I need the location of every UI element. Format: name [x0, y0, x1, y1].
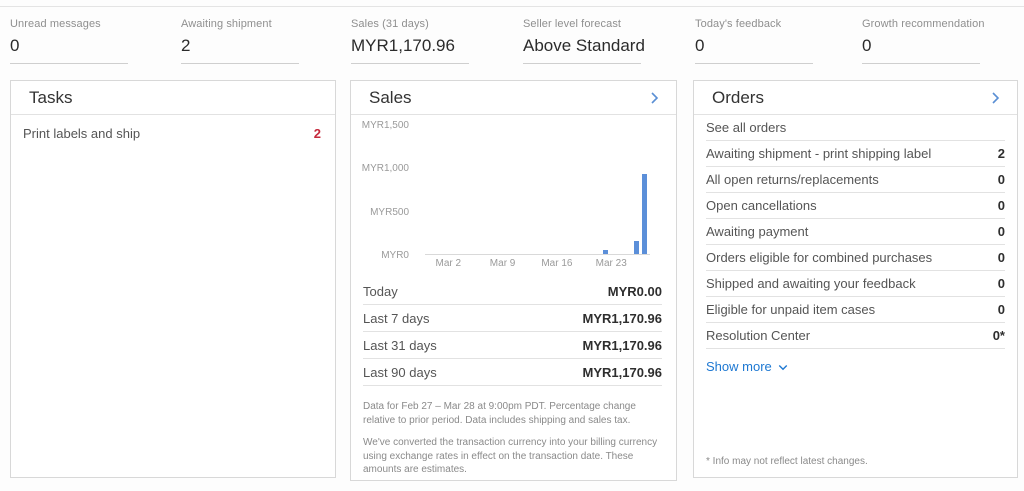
chart-x-tick-label: Mar 2: [435, 258, 461, 269]
stat-value[interactable]: Above Standard: [523, 36, 641, 64]
orders-row-see-all[interactable]: See all orders: [706, 115, 1005, 141]
sales-title: Sales: [369, 88, 412, 108]
stat-label: Sales (31 days): [351, 18, 501, 30]
sales-summary-row-7-days: Last 7 days MYR1,170.96: [363, 305, 662, 332]
stat-value[interactable]: MYR1,170.96: [351, 36, 469, 64]
show-more-link[interactable]: Show more: [706, 359, 1005, 374]
orders-row-label: Orders eligible for combined purchases: [706, 250, 932, 265]
chart-bar: [634, 241, 639, 254]
chart-bar: [642, 174, 647, 254]
sales-footnotes: Data for Feb 27 – Mar 28 at 9:00pm PDT. …: [363, 400, 658, 477]
chart-plot: [425, 125, 650, 255]
orders-row-value: 0: [998, 172, 1005, 187]
orders-title: Orders: [712, 88, 764, 108]
chart-y-tick-label: MYR0: [381, 250, 409, 261]
orders-row-label: Eligible for unpaid item cases: [706, 302, 875, 317]
task-row-print-labels[interactable]: Print labels and ship 2: [11, 115, 335, 151]
orders-row-value: 0: [998, 198, 1005, 213]
sales-footnote-currency: We've converted the transaction currency…: [363, 436, 658, 477]
summary-value: MYR1,170.96: [583, 338, 663, 353]
sales-panel: Sales MYR1,500MYR1,000MYR500MYR0 Mar 2Ma…: [350, 80, 677, 481]
stat-value[interactable]: 2: [181, 36, 299, 64]
tasks-panel: Tasks Print labels and ship 2: [10, 80, 336, 478]
stat-label: Today's feedback: [695, 18, 845, 30]
orders-row-value: 0: [998, 276, 1005, 291]
sales-summary-row-today: Today MYR0.00: [363, 278, 662, 305]
orders-row-label: All open returns/replacements: [706, 172, 879, 187]
stat-label: Seller level forecast: [523, 18, 673, 30]
orders-row-awaiting-payment[interactable]: Awaiting payment 0: [706, 219, 1005, 245]
orders-row-value: 0: [998, 224, 1005, 239]
chevron-right-icon: [646, 90, 662, 106]
orders-row-label: See all orders: [706, 120, 786, 135]
chart-y-axis: MYR1,500MYR1,000MYR500MYR0: [359, 125, 415, 255]
summary-label: Today: [363, 284, 398, 299]
chart-y-tick-label: MYR1,500: [362, 120, 409, 131]
sales-footnote-period: Data for Feb 27 – Mar 28 at 9:00pm PDT. …: [363, 400, 658, 427]
orders-list: See all orders Awaiting shipment - print…: [706, 115, 1005, 349]
orders-panel: Orders See all orders Awaiting shipment …: [693, 80, 1018, 478]
chevron-right-icon: [987, 90, 1003, 106]
stat-label: Unread messages: [10, 18, 160, 30]
orders-row-label: Awaiting payment: [706, 224, 808, 239]
chart-x-tick-label: Mar 23: [596, 258, 627, 269]
chart-bar: [603, 250, 608, 254]
stat-todays-feedback: Today's feedback 0: [695, 18, 845, 64]
stat-growth-recommendation: Growth recommendation 0: [862, 18, 1012, 64]
orders-row-open-cancellations[interactable]: Open cancellations 0: [706, 193, 1005, 219]
chart-x-tick-label: Mar 9: [490, 258, 516, 269]
sales-summary-list: Today MYR0.00 Last 7 days MYR1,170.96 La…: [363, 278, 662, 386]
orders-row-label: Awaiting shipment - print shipping label: [706, 146, 931, 161]
orders-row-awaiting-shipment[interactable]: Awaiting shipment - print shipping label…: [706, 141, 1005, 167]
chart-x-tick-label: Mar 16: [541, 258, 572, 269]
stat-value[interactable]: 0: [695, 36, 813, 64]
chart-y-tick-label: MYR1,000: [362, 163, 409, 174]
sales-summary-row-90-days: Last 90 days MYR1,170.96: [363, 359, 662, 386]
summary-label: Last 90 days: [363, 365, 437, 380]
top-divider: [0, 6, 1024, 7]
orders-row-value: 0: [998, 250, 1005, 265]
orders-row-open-returns[interactable]: All open returns/replacements 0: [706, 167, 1005, 193]
orders-row-label: Shipped and awaiting your feedback: [706, 276, 916, 291]
tasks-panel-header: Tasks: [11, 81, 335, 115]
orders-row-combined-purchases[interactable]: Orders eligible for combined purchases 0: [706, 245, 1005, 271]
summary-value: MYR0.00: [608, 284, 662, 299]
stat-label: Growth recommendation: [862, 18, 1012, 30]
stat-unread-messages: Unread messages 0: [10, 18, 160, 64]
orders-row-value: 0: [998, 302, 1005, 317]
orders-row-label: Open cancellations: [706, 198, 817, 213]
summary-label: Last 7 days: [363, 311, 430, 326]
stat-sales-31-days: Sales (31 days) MYR1,170.96: [351, 18, 501, 64]
orders-row-awaiting-feedback[interactable]: Shipped and awaiting your feedback 0: [706, 271, 1005, 297]
orders-panel-header: Orders: [694, 81, 1017, 115]
stat-label: Awaiting shipment: [181, 18, 331, 30]
sales-panel-header: Sales: [351, 81, 676, 115]
task-label: Print labels and ship: [23, 126, 140, 141]
show-more-label: Show more: [706, 359, 772, 374]
summary-value: MYR1,170.96: [583, 365, 663, 380]
sales-open-button[interactable]: [646, 90, 662, 106]
stat-awaiting-shipment: Awaiting shipment 2: [181, 18, 331, 64]
chart-x-axis: Mar 2 Mar 9 Mar 16 Mar 23: [425, 258, 650, 272]
tasks-title: Tasks: [29, 88, 72, 108]
orders-row-unpaid-item-cases[interactable]: Eligible for unpaid item cases 0: [706, 297, 1005, 323]
orders-row-resolution-center[interactable]: Resolution Center 0*: [706, 323, 1005, 349]
orders-footnote: * Info may not reflect latest changes.: [706, 456, 868, 467]
summary-value: MYR1,170.96: [583, 311, 663, 326]
chevron-down-icon: [777, 361, 789, 373]
stat-value[interactable]: 0: [10, 36, 128, 64]
stat-seller-level-forecast: Seller level forecast Above Standard: [523, 18, 673, 64]
orders-open-button[interactable]: [987, 90, 1003, 106]
summary-label: Last 31 days: [363, 338, 437, 353]
stat-value[interactable]: 0: [862, 36, 980, 64]
sales-summary-row-31-days: Last 31 days MYR1,170.96: [363, 332, 662, 359]
orders-row-label: Resolution Center: [706, 328, 810, 343]
orders-row-value: 2: [998, 146, 1005, 161]
sales-chart: MYR1,500MYR1,000MYR500MYR0 Mar 2Mar 9Mar…: [359, 125, 664, 272]
orders-row-value: 0*: [993, 328, 1005, 343]
chart-y-tick-label: MYR500: [370, 207, 409, 218]
task-count-badge: 2: [314, 126, 321, 141]
